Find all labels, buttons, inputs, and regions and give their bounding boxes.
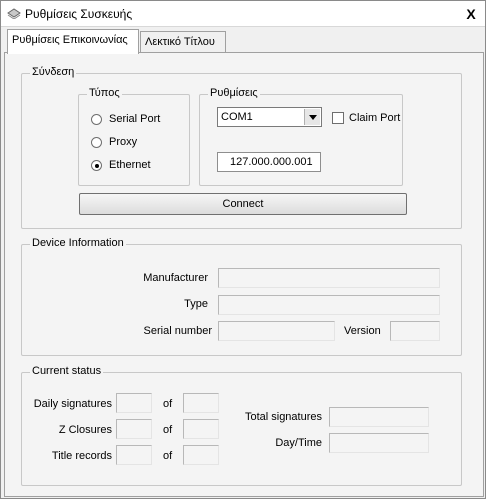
port-select[interactable]: COM1	[217, 107, 322, 127]
total-signatures-label: Total signatures	[244, 411, 322, 423]
tab-title-text[interactable]: Λεκτικό Τίτλου	[140, 31, 226, 53]
z-closures-field	[116, 419, 152, 439]
title-records-of: of	[163, 450, 173, 462]
connection-legend: Σύνδεση	[30, 66, 77, 78]
z-closures-of: of	[163, 424, 173, 436]
title-records-label: Title records	[51, 450, 112, 462]
type-legend: Τύπος	[87, 87, 122, 99]
title-bar: Ρυθμίσεις Συσκευής X	[1, 1, 485, 27]
daily-signatures-field	[116, 393, 152, 413]
day-time-label: Day/Time	[275, 437, 322, 449]
device-settings-window: Ρυθμίσεις Συσκευής X Ρυθμίσεις Επικοινων…	[0, 0, 486, 499]
type-label: Type	[184, 298, 208, 310]
port-select-value: COM1	[221, 111, 253, 123]
claim-port-checkbox[interactable]	[332, 112, 344, 124]
current-status-group: Current status Daily signatures of Z Clo…	[21, 365, 462, 486]
radio-ethernet-label[interactable]: Ethernet	[109, 159, 151, 171]
tab-strip: Ρυθμίσεις Επικοινωνίας Λεκτικό Τίτλου	[1, 29, 485, 54]
device-info-legend: Device Information	[30, 237, 126, 249]
z-closures-label: Z Closures	[58, 424, 112, 436]
version-label: Version	[344, 325, 381, 337]
z-closures-total-field	[183, 419, 219, 439]
daily-signatures-total-field	[183, 393, 219, 413]
type-group: Τύπος Serial Port Proxy Ethernet	[78, 87, 190, 186]
type-field	[218, 295, 440, 315]
connect-button[interactable]: Connect	[79, 193, 407, 215]
title-records-total-field	[183, 445, 219, 465]
settings-legend: Ρυθμίσεις	[208, 87, 260, 99]
settings-group: Ρυθμίσεις COM1 Claim Port 127.000.000.00…	[199, 87, 403, 186]
serial-number-label: Serial number	[143, 325, 212, 337]
radio-serial-port-label[interactable]: Serial Port	[109, 113, 160, 125]
current-status-legend: Current status	[30, 365, 104, 377]
radio-proxy-label[interactable]: Proxy	[109, 136, 137, 148]
radio-ethernet-circle[interactable]	[91, 160, 102, 171]
tab-panel: Σύνδεση Τύπος Serial Port Proxy Ethernet…	[4, 52, 484, 497]
day-time-field	[329, 433, 429, 453]
manufacturer-field	[218, 268, 440, 288]
daily-signatures-of: of	[163, 398, 173, 410]
window-title: Ρυθμίσεις Συσκευής	[25, 7, 133, 21]
version-field	[390, 321, 440, 341]
device-info-group: Device Information Manufacturer Type Ser…	[21, 237, 462, 356]
total-signatures-field	[329, 407, 429, 427]
ip-address-field[interactable]: 127.000.000.001	[217, 152, 321, 172]
manufacturer-label: Manufacturer	[143, 272, 208, 284]
tab-communication-settings[interactable]: Ρυθμίσεις Επικοινωνίας	[7, 29, 139, 54]
radio-proxy-circle[interactable]	[91, 137, 102, 148]
claim-port-label[interactable]: Claim Port	[349, 112, 400, 124]
daily-signatures-label: Daily signatures	[33, 398, 112, 410]
serial-number-field	[218, 321, 335, 341]
title-records-field	[116, 445, 152, 465]
close-button[interactable]: X	[461, 5, 481, 23]
connection-group: Σύνδεση Τύπος Serial Port Proxy Ethernet…	[21, 66, 462, 229]
app-icon	[7, 8, 21, 19]
radio-serial-port-circle[interactable]	[91, 114, 102, 125]
chevron-down-icon[interactable]	[304, 109, 320, 125]
